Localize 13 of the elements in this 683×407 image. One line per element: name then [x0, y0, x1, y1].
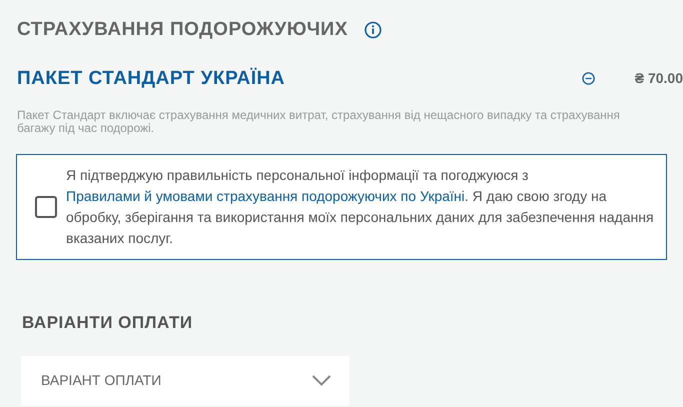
- remove-icon[interactable]: [582, 72, 595, 86]
- info-icon[interactable]: [364, 21, 382, 40]
- terms-link[interactable]: Правилами й умовами страхування подорожуючих по Україні: [66, 188, 465, 204]
- consent-text: Я підтверджую правильність персональної інформації та погоджуюся з Правилами й умовами страхування подорожуючих по Україні. Я даю свою згоду на обробку, зберігання та використання моїх персональних даних для забезпечення надання вказаних послуг.: [66, 166, 655, 248]
- section-title: СТРАХУВАННЯ ПОДОРОЖУЮЧИХ: [17, 18, 348, 42]
- chevron-down-icon: [312, 375, 331, 386]
- package-price: ₴ 70.00: [634, 69, 683, 88]
- package-title: ПАКЕТ СТАНДАРТ УКРАЇНА: [17, 66, 286, 90]
- payment-select[interactable]: ВАРІАНТ ОПЛАТИ: [21, 356, 349, 406]
- package-description: Пакет Стандарт включає страхування медичних витрат, страхування від нещасного випадку та страхування багажу під час подорожі.: [16, 107, 621, 135]
- select-placeholder: ВАРІАНТ ОПЛАТИ: [41, 371, 162, 390]
- consent-checkbox[interactable]: [35, 196, 57, 218]
- payment-title: ВАРІАНТИ ОПЛАТИ: [21, 312, 194, 334]
